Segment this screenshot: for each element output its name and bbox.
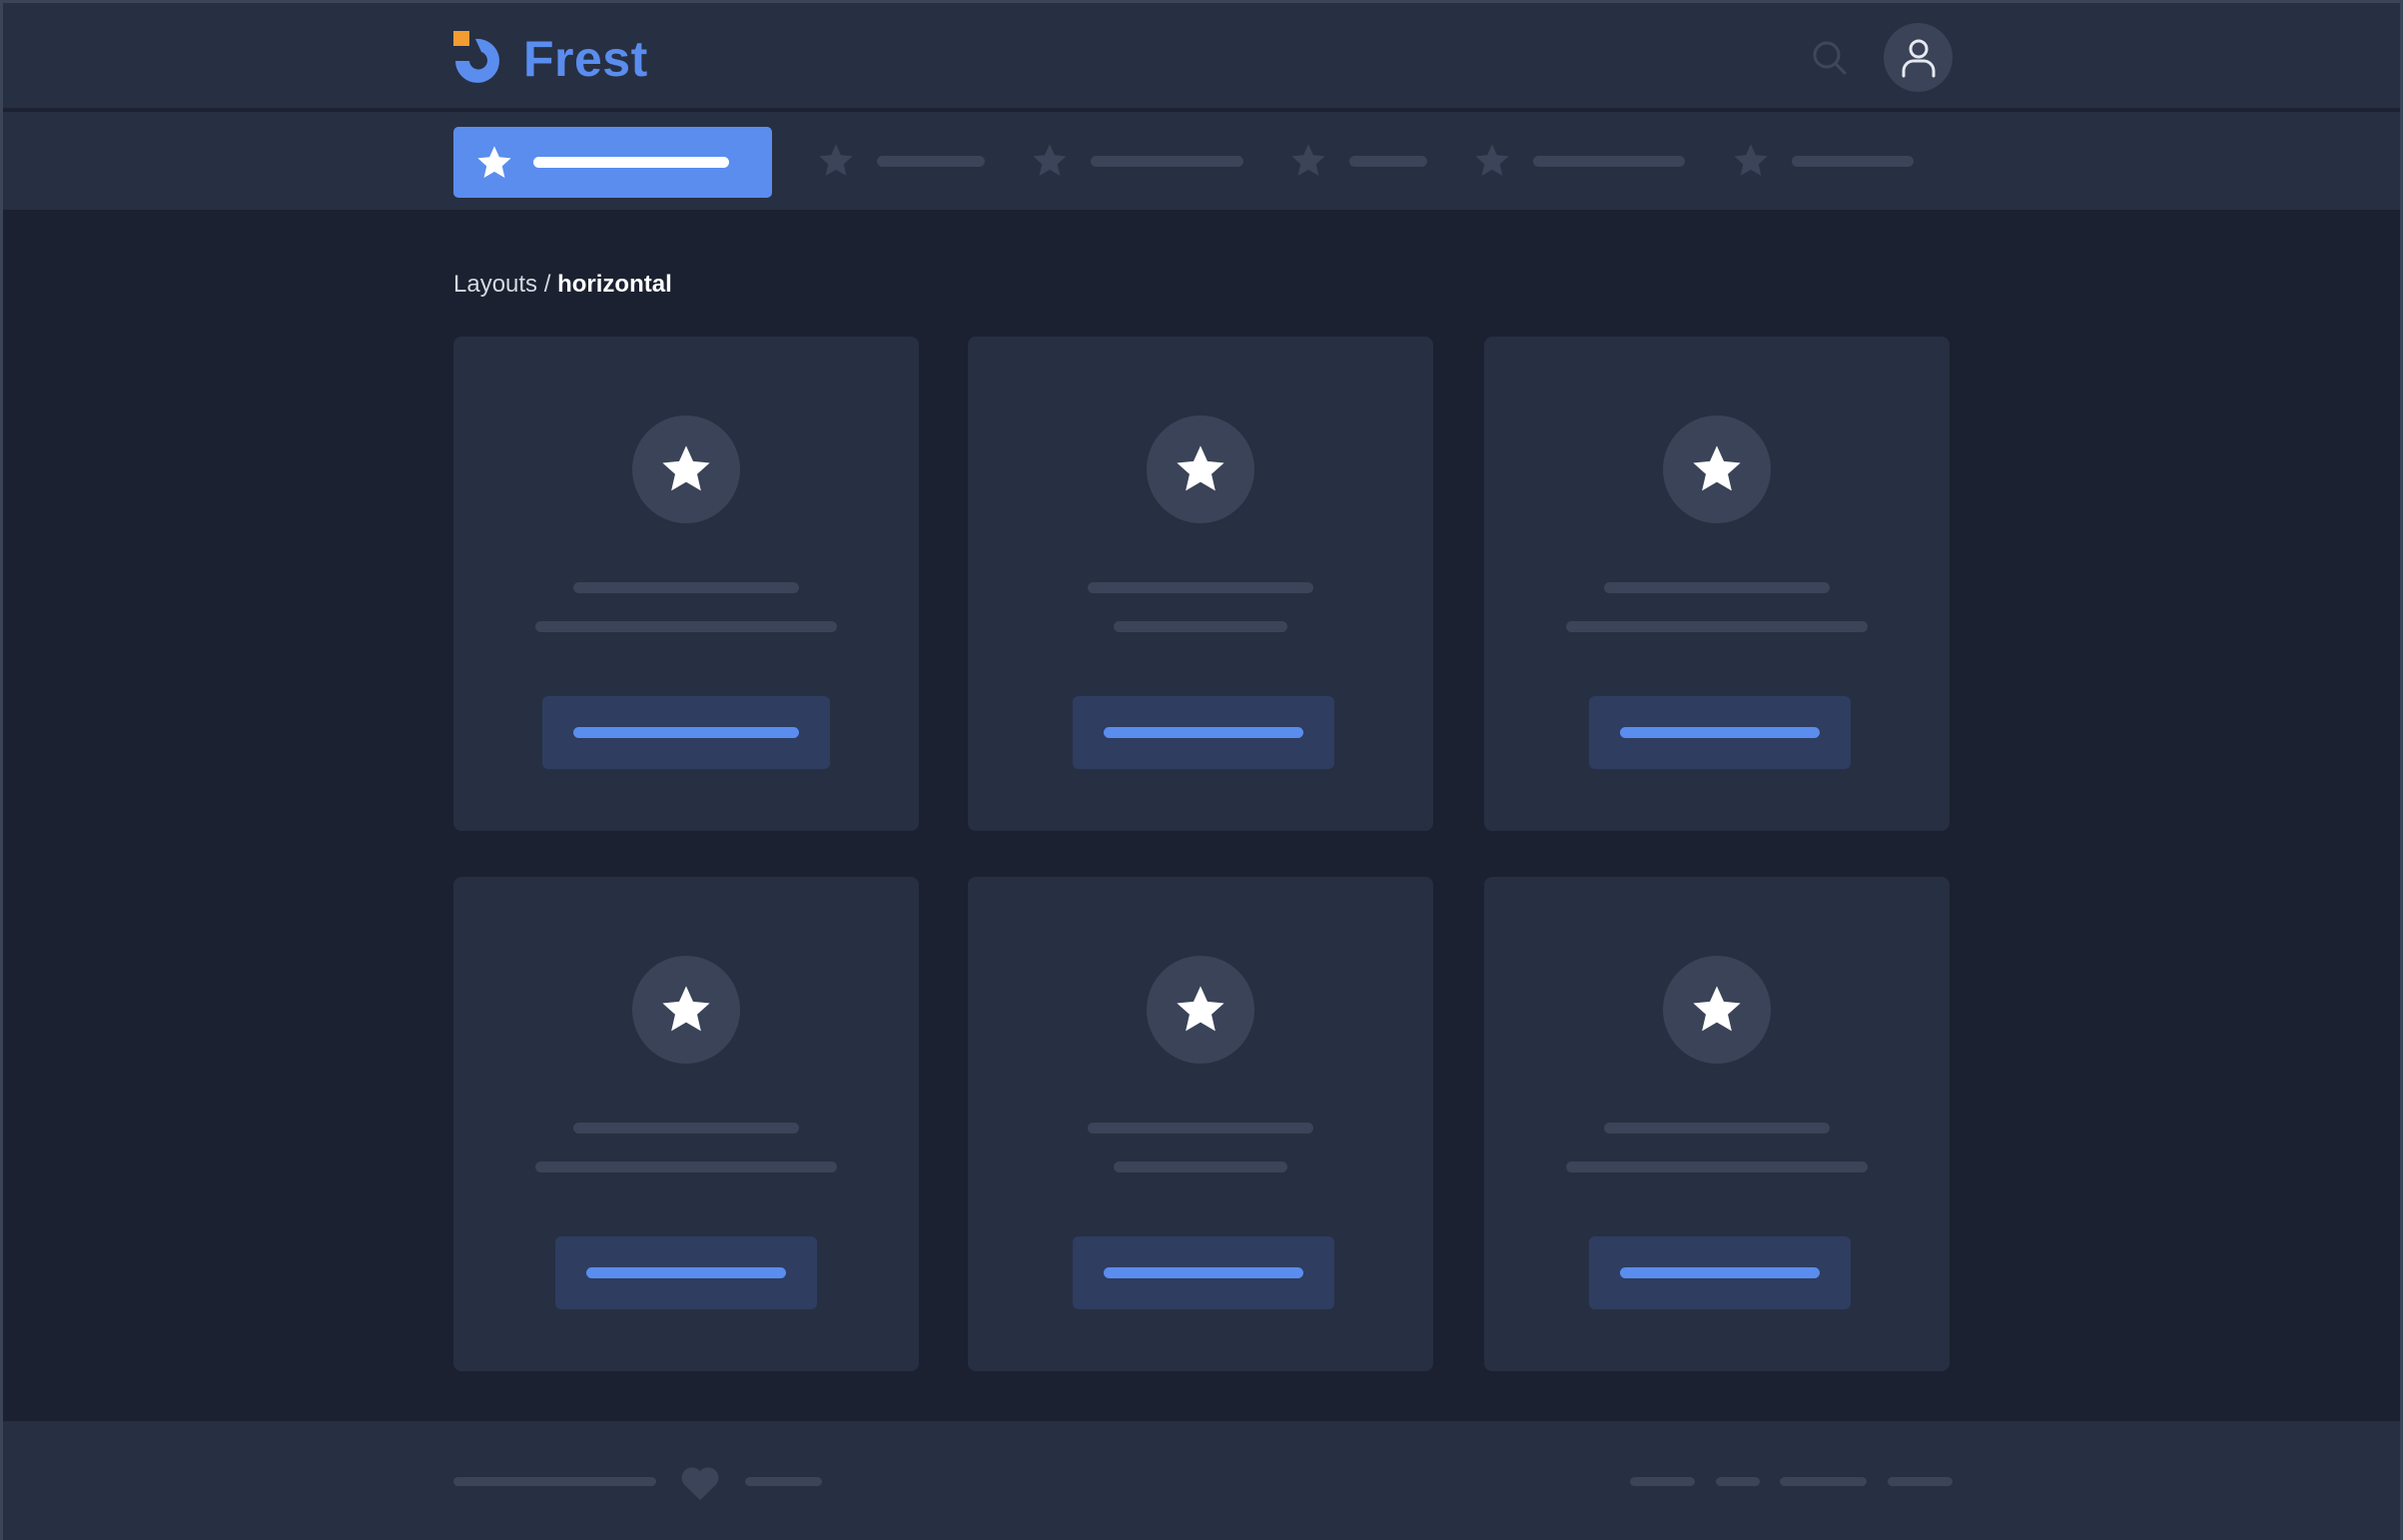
card-text-placeholder [1114,1161,1287,1172]
card-button-label-placeholder [1620,727,1820,738]
card-text-placeholder [535,621,837,632]
nav-item-label-placeholder [533,157,729,168]
nav-item-5[interactable] [1473,142,1685,180]
card-5 [968,877,1433,1371]
card-title-placeholder [1088,1123,1313,1134]
star-icon [1734,144,1768,177]
nav-item-label-placeholder [877,155,985,167]
card-title-placeholder [573,1123,799,1134]
breadcrumb: Layouts / horizontal [453,271,672,299]
top-bar: Frest [3,3,2400,110]
nav-item-label-placeholder [1349,155,1427,167]
star-icon [1177,445,1224,491]
user-avatar-button[interactable] [1884,23,1953,92]
breadcrumb-separator: / [537,271,558,298]
card-button-label-placeholder [1620,1267,1820,1278]
card-icon-circle [632,415,740,523]
user-icon [1902,39,1935,77]
star-icon [1693,986,1741,1032]
card-button[interactable] [1073,1236,1334,1309]
star-icon [1291,144,1325,177]
footer-copyright-placeholder [453,1477,656,1486]
card-button-label-placeholder [1104,727,1303,738]
card-button[interactable] [1589,1236,1851,1309]
footer-link-placeholder[interactable] [1630,1477,1695,1486]
star-icon [662,445,710,491]
card-icon-circle [1663,415,1771,523]
star-icon [1693,445,1741,491]
card-icon-circle [1147,956,1254,1064]
card-2 [968,337,1433,831]
nav-item-label-placeholder [1533,155,1685,167]
card-button-label-placeholder [586,1267,786,1278]
card-title-placeholder [573,582,799,593]
horizontal-menu [3,112,2400,210]
card-icon-circle [632,956,740,1064]
nav-item-1[interactable] [453,127,772,198]
card-button[interactable] [555,1236,817,1309]
nav-item-4[interactable] [1289,142,1427,180]
card-button[interactable] [1073,696,1334,769]
card-title-placeholder [1604,582,1830,593]
nav-item-label-placeholder [1091,155,1243,167]
card-button[interactable] [1589,696,1851,769]
star-icon [819,144,853,177]
card-text-placeholder [1114,621,1287,632]
breadcrumb-current: horizontal [557,271,672,298]
frest-logo-icon [453,31,511,86]
card-icon-circle [1663,956,1771,1064]
nav-item-6[interactable] [1732,142,1914,180]
card-6 [1484,877,1950,1371]
footer [3,1421,2400,1540]
card-button[interactable] [542,696,830,769]
star-icon [1033,144,1067,177]
breadcrumb-parent[interactable]: Layouts [453,271,537,298]
nav-item-label-placeholder [1792,155,1914,167]
footer-link-placeholder[interactable] [1716,1477,1760,1486]
star-icon [477,145,511,178]
card-text-placeholder [1566,1161,1868,1172]
footer-credit-placeholder[interactable] [745,1477,822,1486]
card-button-label-placeholder [573,727,799,738]
search-icon[interactable] [1811,39,1849,77]
star-icon [1475,144,1509,177]
brand-name: Frest [523,30,648,87]
footer-link-placeholder[interactable] [1888,1477,1953,1486]
card-icon-circle [1147,415,1254,523]
star-icon [662,986,710,1032]
nav-item-2[interactable] [817,142,985,180]
star-icon [1177,986,1224,1032]
card-3 [1484,337,1950,831]
card-title-placeholder [1604,1123,1830,1134]
card-title-placeholder [1088,582,1313,593]
heart-icon [679,1465,721,1501]
card-text-placeholder [535,1161,837,1172]
footer-link-placeholder[interactable] [1780,1477,1867,1486]
brand-logo[interactable]: Frest [453,30,648,87]
card-text-placeholder [1566,621,1868,632]
card-button-label-placeholder [1104,1267,1303,1278]
card-1 [453,337,919,831]
card-4 [453,877,919,1371]
nav-item-3[interactable] [1031,142,1243,180]
